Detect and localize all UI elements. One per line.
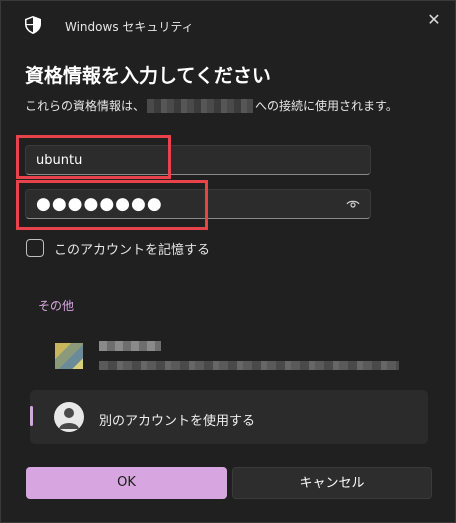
- dialog-subtext: これらの資格情報は、 への接続に使用されます。: [25, 97, 398, 114]
- ok-button[interactable]: OK: [26, 467, 227, 499]
- subtext-before: これらの資格情報は、: [25, 99, 146, 113]
- username-value: ubuntu: [36, 153, 83, 168]
- reveal-password-icon[interactable]: [346, 199, 360, 209]
- person-icon: [54, 402, 84, 432]
- use-other-account-button[interactable]: 別のアカウントを使用する: [30, 390, 428, 444]
- credential-dialog: Windows セキュリティ ✕ 資格情報を入力してください これらの資格情報は…: [0, 0, 456, 523]
- password-value: ●●●●●●●●: [36, 194, 163, 214]
- cancel-button[interactable]: キャンセル: [232, 467, 432, 499]
- redacted-host: [147, 98, 254, 113]
- use-other-account-label: 別のアカウントを使用する: [99, 414, 256, 429]
- dialog-heading: 資格情報を入力してください: [25, 65, 271, 87]
- close-button[interactable]: ✕: [421, 7, 447, 33]
- subtext-after: への接続に使用されます。: [255, 99, 398, 113]
- app-title: Windows セキュリティ: [65, 20, 194, 34]
- account-avatar: [55, 343, 83, 369]
- remember-label[interactable]: このアカウントを記憶する: [54, 239, 210, 258]
- close-icon: ✕: [427, 10, 441, 29]
- remember-checkbox[interactable]: [26, 239, 44, 257]
- selection-accent: [30, 406, 33, 426]
- saved-account-item[interactable]: [45, 331, 429, 377]
- username-field[interactable]: ubuntu: [25, 145, 371, 175]
- other-section-heading: その他: [38, 299, 75, 313]
- redacted-account-detail: [99, 361, 399, 370]
- redacted-account-name: [99, 341, 161, 351]
- title-bar: Windows セキュリティ ✕: [1, 1, 455, 41]
- shield-icon: [25, 16, 41, 34]
- password-field[interactable]: ●●●●●●●●: [25, 189, 371, 219]
